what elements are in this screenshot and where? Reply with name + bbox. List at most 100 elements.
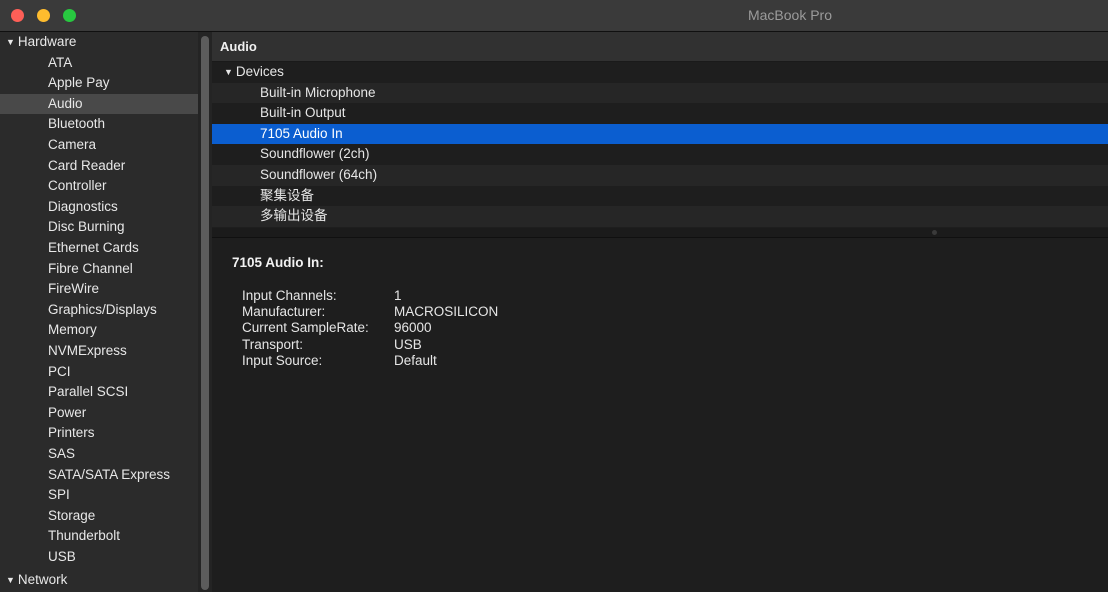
sidebar-item-label: Storage bbox=[48, 507, 96, 523]
minimize-button[interactable] bbox=[37, 9, 50, 22]
device-row[interactable]: Soundflower (64ch) bbox=[212, 165, 1108, 186]
device-row[interactable]: 聚集设备 bbox=[212, 186, 1108, 207]
property-value: Default bbox=[394, 352, 437, 368]
device-row[interactable]: 7105 Audio In bbox=[212, 123, 1108, 145]
title-bar[interactable]: MacBook Pro bbox=[0, 0, 1108, 32]
sidebar-item-label: USB bbox=[48, 549, 76, 564]
sidebar-scrollbar[interactable] bbox=[201, 36, 209, 590]
property-value: 96000 bbox=[394, 320, 432, 336]
sidebar-group-network[interactable]: ▼ Network bbox=[0, 570, 198, 590]
device-row[interactable]: Built-in Microphone bbox=[212, 82, 1108, 104]
device-label: Built-in Output bbox=[260, 105, 346, 121]
sidebar-group-label: Network bbox=[17, 571, 68, 587]
disclosure-triangle-icon[interactable]: ▼ bbox=[6, 575, 15, 585]
disclosure-triangle-icon[interactable]: ▼ bbox=[6, 37, 15, 47]
sidebar-item-diagnostics[interactable]: Diagnostics bbox=[0, 197, 198, 217]
sidebar-item-label: Card Reader bbox=[48, 157, 126, 173]
sidebar-item-label: FireWire bbox=[48, 281, 99, 297]
property-key: Current SampleRate: bbox=[242, 320, 369, 336]
sidebar-item-label: SAS bbox=[48, 446, 76, 461]
sidebar-item-label: Printers bbox=[48, 425, 95, 441]
sidebar-item-label: Diagnostics bbox=[48, 198, 118, 214]
devices-group-label: Devices bbox=[235, 64, 284, 79]
device-label: 聚集设备 bbox=[260, 187, 314, 203]
window-title: MacBook Pro bbox=[747, 7, 833, 23]
property-row: Input Source: Default bbox=[242, 353, 437, 369]
sidebar-item-thunderbolt[interactable]: Thunderbolt bbox=[0, 526, 198, 546]
sidebar-item-disc-burning[interactable]: Disc Burning bbox=[0, 217, 198, 237]
splitter-handle-icon[interactable] bbox=[932, 230, 937, 235]
sidebar-item-label: Bluetooth bbox=[48, 116, 106, 132]
sidebar-item-sata-sata-express[interactable]: SATA/SATA Express bbox=[0, 465, 198, 485]
sidebar-item-label: Controller bbox=[48, 178, 107, 194]
sidebar-item-pci[interactable]: PCI bbox=[0, 362, 198, 382]
sidebar-item-nvmexpress[interactable]: NVMExpress bbox=[0, 341, 198, 361]
property-key: Transport: bbox=[242, 336, 304, 352]
sidebar-item-ethernet-cards[interactable]: Ethernet Cards bbox=[0, 238, 198, 258]
content-header: Audio bbox=[212, 32, 1108, 62]
device-row[interactable]: Soundflower (2ch) bbox=[212, 144, 1108, 165]
sidebar-item-label: SATA/SATA Express bbox=[48, 466, 171, 482]
device-label: 7105 Audio In bbox=[260, 125, 343, 141]
sidebar-item-firewire[interactable]: FireWire bbox=[0, 279, 198, 299]
device-label: Soundflower (64ch) bbox=[260, 167, 378, 182]
sidebar-item-label: Fibre Channel bbox=[48, 260, 133, 276]
device-label: Built-in Microphone bbox=[260, 84, 376, 100]
sidebar-item-sas[interactable]: SAS bbox=[0, 444, 198, 464]
sidebar-item-apple-pay[interactable]: Apple Pay bbox=[0, 73, 198, 93]
sidebar-item-spi[interactable]: SPI bbox=[0, 485, 198, 505]
sidebar-item-ata[interactable]: ATA bbox=[0, 53, 198, 73]
sidebar-item-power[interactable]: Power bbox=[0, 403, 198, 423]
devices-group-row[interactable]: ▼ Devices bbox=[212, 62, 1108, 83]
sidebar-item-label: Camera bbox=[48, 137, 97, 152]
sidebar-item-label: Thunderbolt bbox=[48, 528, 121, 544]
property-row: Input Channels: 1 bbox=[242, 288, 402, 304]
device-row[interactable]: 多输出设备 bbox=[212, 206, 1108, 227]
property-key: Input Channels: bbox=[242, 288, 337, 303]
list-splitter[interactable] bbox=[212, 228, 1108, 238]
sidebar-item-storage[interactable]: Storage bbox=[0, 506, 198, 526]
sidebar-item-audio[interactable]: Audio bbox=[0, 93, 198, 114]
sidebar-item-graphics-displays[interactable]: Graphics/Displays bbox=[0, 300, 198, 320]
sidebar: ▼ Hardware ATA Apple Pay Audio Bluetooth Came… bbox=[0, 32, 198, 592]
property-value: 1 bbox=[394, 288, 402, 303]
sidebar-item-usb[interactable]: USB bbox=[0, 547, 198, 567]
sidebar-item-label: Memory bbox=[48, 322, 97, 338]
property-key: Manufacturer: bbox=[242, 304, 326, 320]
property-value: USB bbox=[394, 336, 422, 352]
sidebar-item-label: Audio bbox=[48, 95, 83, 111]
sidebar-group-hardware[interactable]: ▼ Hardware bbox=[0, 32, 198, 52]
sidebar-item-label: SPI bbox=[48, 487, 70, 503]
close-button[interactable] bbox=[11, 9, 24, 22]
sidebar-item-memory[interactable]: Memory bbox=[0, 320, 198, 340]
sidebar-item-card-reader[interactable]: Card Reader bbox=[0, 156, 198, 176]
sidebar-item-label: PCI bbox=[48, 363, 71, 379]
detail-title: 7105 Audio In: bbox=[232, 255, 324, 270]
device-row[interactable]: Built-in Output bbox=[212, 103, 1108, 124]
detail-pane: 7105 Audio In: Input Channels: 1 Manufactu… bbox=[212, 238, 1108, 592]
disclosure-triangle-icon[interactable]: ▼ bbox=[224, 67, 233, 77]
system-information-window: MacBook Pro ▼ Hardware ATA Apple Pay Audio B… bbox=[0, 0, 1108, 592]
sidebar-item-fibre-channel[interactable]: Fibre Channel bbox=[0, 259, 198, 279]
sidebar-item-label: Apple Pay bbox=[48, 75, 110, 91]
device-label: 多输出设备 bbox=[260, 208, 328, 224]
sidebar-group-label: Hardware bbox=[17, 34, 77, 49]
sidebar-item-label: Disc Burning bbox=[48, 219, 125, 235]
sidebar-item-camera[interactable]: Camera bbox=[0, 135, 198, 155]
property-row: Transport: USB bbox=[242, 337, 422, 353]
content-header-title: Audio bbox=[220, 39, 257, 54]
sidebar-item-bluetooth[interactable]: Bluetooth bbox=[0, 114, 198, 134]
sidebar-item-label: Parallel SCSI bbox=[48, 384, 129, 400]
sidebar-item-parallel-scsi[interactable]: Parallel SCSI bbox=[0, 382, 198, 402]
sidebar-item-label: ATA bbox=[48, 54, 73, 70]
sidebar-item-label: NVMExpress bbox=[48, 343, 127, 358]
devices-list: ▼ Devices Built-in Microphone Built-in Out… bbox=[212, 62, 1108, 228]
sidebar-item-label: Graphics/Displays bbox=[48, 301, 157, 317]
sidebar-item-controller[interactable]: Controller bbox=[0, 176, 198, 196]
zoom-button[interactable] bbox=[63, 9, 76, 22]
property-row: Current SampleRate: 96000 bbox=[242, 320, 432, 336]
device-label: Soundflower (2ch) bbox=[260, 146, 370, 162]
sidebar-item-printers[interactable]: Printers bbox=[0, 423, 198, 443]
property-row: Manufacturer: MACROSILICON bbox=[242, 304, 498, 320]
sidebar-item-label: Ethernet Cards bbox=[48, 240, 139, 255]
